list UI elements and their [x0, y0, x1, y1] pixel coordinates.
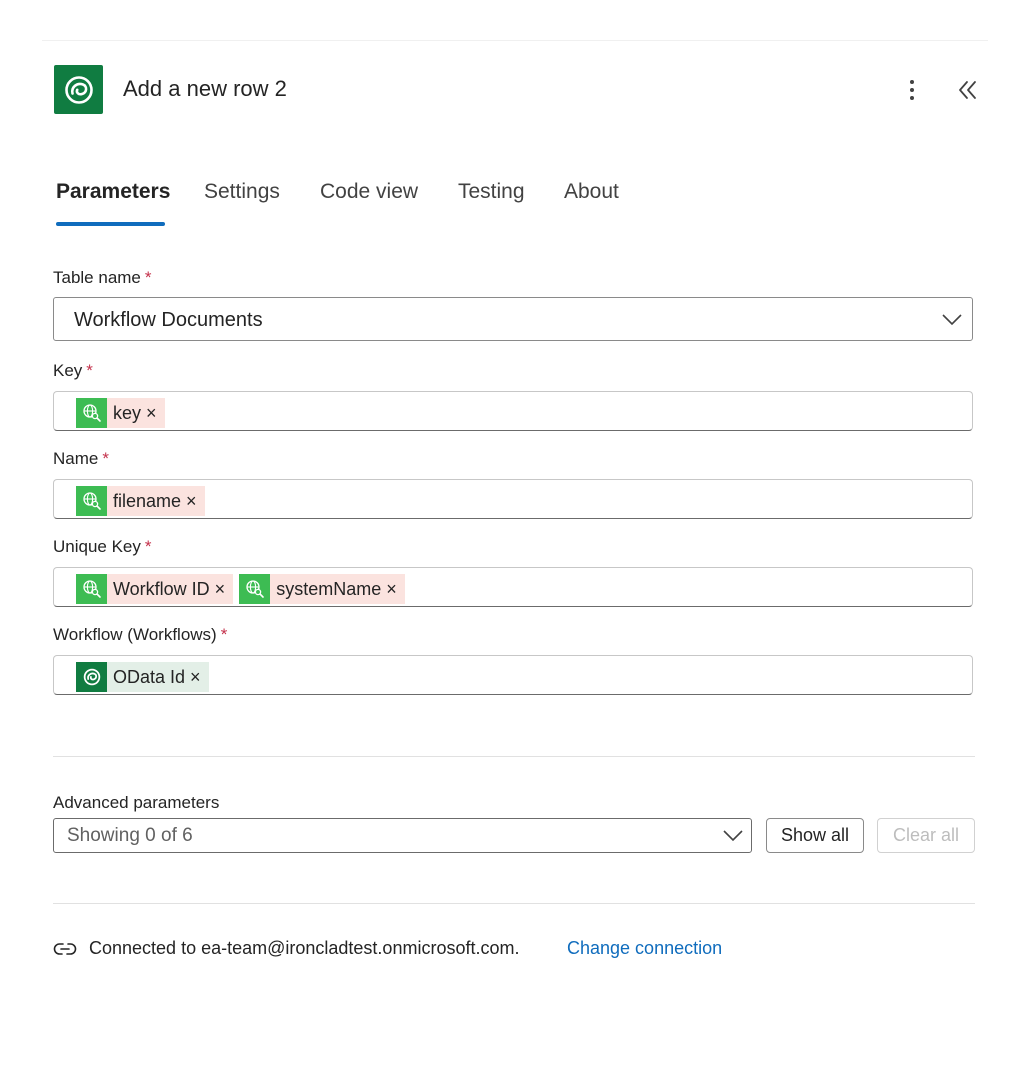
tab-code-view[interactable]: Code view — [320, 180, 418, 204]
tab-testing[interactable]: Testing — [458, 180, 525, 204]
workflow-label: Workflow (Workflows) * — [53, 625, 228, 644]
web-search-icon — [239, 574, 271, 604]
required-marker: * — [144, 537, 152, 556]
advanced-parameters-value: Showing 0 of 6 — [67, 825, 193, 846]
chevron-down-icon — [723, 830, 743, 842]
name-field[interactable]: filename × — [53, 479, 973, 519]
token-filename[interactable]: filename × — [76, 486, 205, 516]
link-icon — [53, 943, 77, 955]
table-name-label: Table name * — [53, 268, 152, 287]
section-divider — [53, 903, 975, 904]
web-search-icon — [76, 574, 107, 604]
dataverse-icon — [54, 65, 103, 114]
connection-status: Connected to ea-team@ironcladtest.onmicr… — [89, 938, 520, 958]
unique-key-label: Unique Key * — [53, 537, 152, 556]
collapse-panel-button[interactable] — [954, 76, 982, 104]
tab-settings[interactable]: Settings — [204, 180, 280, 204]
section-divider — [53, 756, 975, 757]
required-marker: * — [144, 268, 152, 287]
top-divider — [42, 40, 988, 41]
table-name-value: Workflow Documents — [74, 309, 263, 331]
active-tab-indicator — [56, 222, 165, 226]
key-field[interactable]: key × — [53, 391, 973, 431]
token-odata-id[interactable]: OData Id × — [76, 662, 209, 692]
advanced-parameters-label: Advanced parameters — [53, 793, 220, 812]
more-options-button[interactable] — [898, 74, 926, 106]
unique-key-field[interactable]: Workflow ID × systemName × — [53, 567, 973, 607]
tab-parameters[interactable]: Parameters — [56, 180, 170, 204]
change-connection-link[interactable]: Change connection — [567, 938, 722, 959]
token-key[interactable]: key × — [76, 398, 165, 428]
more-vertical-icon — [910, 80, 914, 84]
required-marker: * — [220, 625, 228, 644]
web-search-icon — [76, 398, 107, 428]
name-label: Name * — [53, 449, 109, 468]
token-system-name[interactable]: systemName × — [239, 574, 405, 604]
tab-about[interactable]: About — [564, 180, 619, 204]
clear-all-button[interactable]: Clear all — [877, 818, 975, 853]
required-marker: * — [86, 361, 93, 380]
required-marker: * — [102, 449, 109, 468]
workflow-field[interactable]: OData Id × — [53, 655, 973, 695]
token-workflow-id[interactable]: Workflow ID × — [76, 574, 234, 604]
key-label: Key * — [53, 361, 93, 380]
advanced-parameters-dropdown[interactable]: Showing 0 of 6 — [53, 818, 752, 853]
chevron-down-icon — [942, 314, 962, 326]
double-chevron-left-icon — [959, 81, 976, 99]
table-name-dropdown[interactable]: Workflow Documents — [53, 297, 973, 341]
page-title: Add a new row 2 — [123, 76, 287, 101]
dataverse-icon — [76, 662, 107, 692]
show-all-button[interactable]: Show all — [766, 818, 864, 853]
web-search-icon — [76, 486, 107, 516]
